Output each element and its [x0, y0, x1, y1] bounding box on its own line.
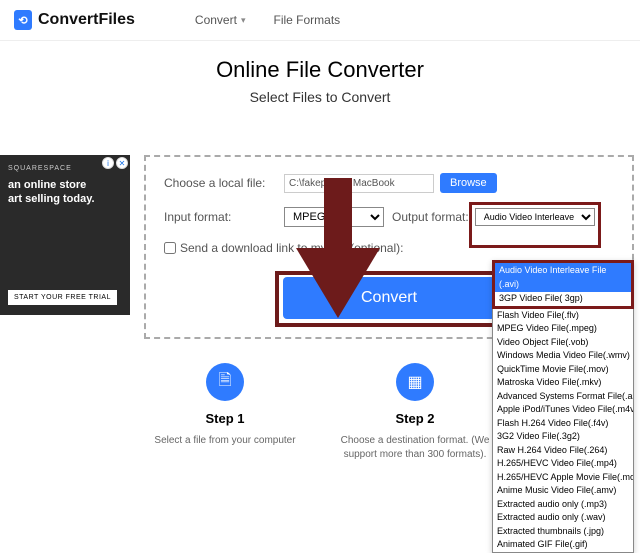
ad-cta-button[interactable]: START YOUR FREE TRIAL: [8, 290, 117, 305]
dropdown-item[interactable]: H.265/HEVC Apple Movie File(.mov): [493, 471, 633, 485]
dropdown-item[interactable]: Windows Media Video File(.wmv): [493, 349, 633, 363]
sidebar-ad[interactable]: i✕ SQUARESPACE an online storeart sellin…: [0, 155, 130, 315]
dropdown-item[interactable]: Raw H.264 Video File(.264): [493, 444, 633, 458]
ad-badge: i✕: [102, 157, 128, 169]
browse-button[interactable]: Browse: [440, 173, 497, 193]
local-file-label: Choose a local file:: [164, 176, 284, 190]
dropdown-item[interactable]: Anime Music Video File(.amv): [493, 484, 633, 498]
dropdown-item[interactable]: Video Object File(.vob): [493, 336, 633, 350]
step-1: 🗎 Step 1 Select a file from your compute…: [145, 363, 305, 462]
step-2-title: Step 2: [335, 411, 495, 426]
input-format-select[interactable]: MPEG: [284, 207, 384, 227]
highlight-box-dropdown-top: Audio Video Interleave File (.avi) 3GP V…: [492, 260, 634, 309]
ad-headline: an online storeart selling today.: [8, 178, 122, 207]
dropdown-item-selected[interactable]: Audio Video Interleave File (.avi): [495, 263, 631, 292]
output-format-label: Output format:: [392, 210, 469, 224]
output-format-dropdown[interactable]: Audio Video Interleave File (.avi) 3GP V…: [492, 260, 634, 553]
step-2-desc: Choose a destination format. (We support…: [335, 434, 495, 462]
adchoices-icon[interactable]: i: [102, 157, 114, 169]
nav-links: Convert▾ File Formats: [195, 13, 340, 27]
dropdown-item[interactable]: Extracted thumbnails (.jpg): [493, 525, 633, 539]
dropdown-item[interactable]: 3G2 Video File(.3g2): [493, 430, 633, 444]
dropdown-item[interactable]: Animated GIF File(.gif): [493, 538, 633, 552]
page-title: Online File Converter: [0, 57, 640, 83]
dropdown-item[interactable]: QuickTime Movie File(.mov): [493, 363, 633, 377]
step-1-title: Step 1: [145, 411, 305, 426]
nav-file-formats[interactable]: File Formats: [273, 13, 340, 27]
convert-button[interactable]: Convert: [283, 277, 495, 319]
grid-icon: ▦: [396, 363, 434, 401]
file-icon: 🗎: [206, 363, 244, 401]
nav-convert[interactable]: Convert▾: [195, 13, 246, 27]
dropdown-item[interactable]: Apple iPod/iTunes Video File(.m4v): [493, 403, 633, 417]
step-2: ▦ Step 2 Choose a destination format. (W…: [335, 363, 495, 462]
dropdown-item[interactable]: Advanced Systems Format File(.asf): [493, 390, 633, 404]
email-link-checkbox[interactable]: [164, 242, 176, 254]
highlight-box-output: [469, 202, 601, 248]
navbar: ⟲ ConvertFiles Convert▾ File Formats: [0, 0, 640, 41]
dropdown-item[interactable]: Extracted audio only (.mp3): [493, 498, 633, 512]
dropdown-item[interactable]: 3GP Video File( 3gp): [495, 292, 631, 306]
dropdown-item[interactable]: MPEG Video File(.mpeg): [493, 322, 633, 336]
brand-name: ConvertFiles: [38, 11, 135, 29]
input-format-label: Input format:: [164, 210, 284, 224]
step-1-desc: Select a file from your computer: [145, 434, 305, 448]
logo-icon: ⟲: [14, 10, 32, 30]
brand-logo[interactable]: ⟲ ConvertFiles: [14, 10, 135, 30]
chevron-down-icon: ▾: [241, 15, 246, 26]
file-path-input[interactable]: C:\fakep... ew MacBook: [284, 174, 434, 193]
dropdown-item[interactable]: Matroska Video File(.mkv): [493, 376, 633, 390]
page-subtitle: Select Files to Convert: [0, 89, 640, 105]
dropdown-item[interactable]: H.265/HEVC Video File(.mp4): [493, 457, 633, 471]
email-link-label: Send a download link to my e... (optiona…: [180, 241, 403, 255]
dropdown-item[interactable]: Flash Video File(.flv): [493, 309, 633, 323]
ad-close-icon[interactable]: ✕: [116, 157, 128, 169]
dropdown-item[interactable]: Flash H.264 Video File(.f4v): [493, 417, 633, 431]
